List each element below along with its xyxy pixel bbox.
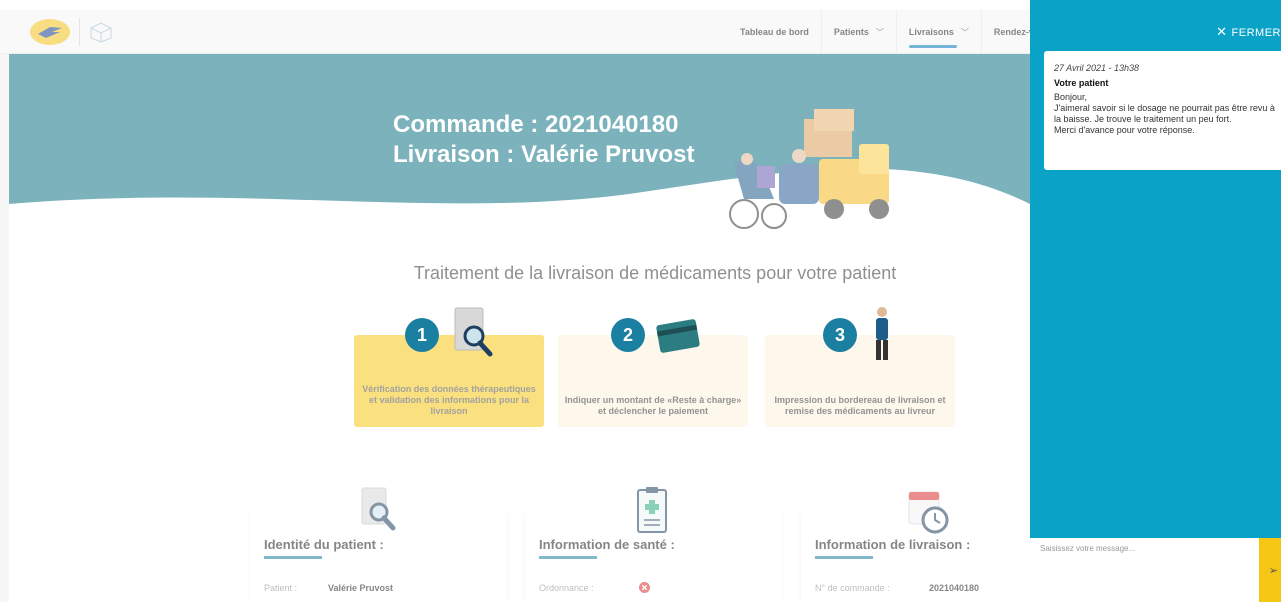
- close-icon: ✕: [1216, 24, 1228, 39]
- chat-message: 27 Avril 2021 - 13h38 Votre patient Bonj…: [1044, 51, 1281, 170]
- message-author: Votre patient: [1054, 78, 1109, 88]
- magnifier-document-icon: [454, 307, 493, 357]
- message-body: Bonjour, J'aimeral savoir si le dosage n…: [1054, 92, 1275, 135]
- courier-icon: [876, 307, 888, 360]
- credit-card-icon: [656, 319, 700, 353]
- step-number: 2: [611, 318, 645, 352]
- close-button[interactable]: ✕ FERMER: [1216, 24, 1281, 40]
- chat-panel: ✕ FERMER 27 Avril 2021 - 13h38 Votre pati…: [1030, 0, 1281, 602]
- close-label: FERMER: [1231, 27, 1281, 39]
- send-icon: ➢: [1268, 564, 1278, 577]
- message-date: 27 Avril 2021 - 13h38: [1054, 63, 1140, 73]
- message-composer: ➢: [1030, 538, 1281, 602]
- step-number: 1: [405, 318, 439, 352]
- modal-backdrop[interactable]: [0, 0, 1030, 602]
- main-page: Tableau de bord Patients ﹀ Livraisons ﹀ …: [0, 0, 1281, 602]
- send-button[interactable]: ➢: [1259, 538, 1281, 602]
- step-number: 3: [823, 318, 857, 352]
- message-input[interactable]: [1030, 538, 1259, 602]
